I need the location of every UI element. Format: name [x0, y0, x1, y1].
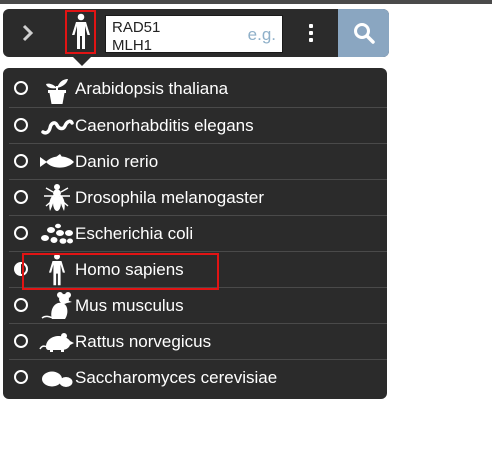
- radio-button[interactable]: [14, 81, 28, 95]
- human-figure-icon: [71, 13, 90, 49]
- selector-caret: [73, 57, 91, 66]
- fish-icon: [39, 146, 75, 178]
- organism-option-mus[interactable]: Mus musculus: [9, 287, 387, 323]
- organism-option-homo-sapiens[interactable]: Homo sapiens: [9, 251, 387, 287]
- organism-option-arabidopsis[interactable]: Arabidopsis thaliana: [9, 71, 387, 107]
- more-options-button[interactable]: [298, 18, 324, 48]
- top-border: [0, 0, 492, 4]
- organism-label: Homo sapiens: [75, 260, 184, 279]
- potted-plant-icon: [39, 73, 75, 105]
- organism-option-escherichia[interactable]: Escherichia coli: [9, 215, 387, 251]
- organism-label: Caenorhabditis elegans: [75, 116, 254, 135]
- organism-option-caenorhabditis[interactable]: Caenorhabditis elegans: [9, 107, 387, 143]
- organism-option-danio[interactable]: Danio rerio: [9, 143, 387, 179]
- bacteria-icon: [39, 218, 75, 250]
- radio-button[interactable]: [14, 298, 28, 312]
- organism-option-rattus[interactable]: Rattus norvegicus: [9, 323, 387, 359]
- gene-input-placeholder: e.g.: [247, 25, 276, 44]
- organism-label: Saccharomyces cerevisiae: [75, 368, 278, 387]
- organism-label: Danio rerio: [75, 152, 159, 171]
- organism-label: Drosophila melanogaster: [75, 188, 264, 207]
- gene-input[interactable]: RAD51 MLH1 e.g.: [105, 15, 283, 53]
- search-button[interactable]: [338, 9, 389, 57]
- radio-button-selected[interactable]: [14, 262, 28, 276]
- yeast-icon: [39, 362, 75, 394]
- radio-button[interactable]: [14, 118, 28, 132]
- fly-icon: [39, 182, 75, 214]
- worm-icon: [39, 110, 75, 142]
- radio-button[interactable]: [14, 190, 28, 204]
- organism-label: Mus musculus: [75, 296, 184, 315]
- gene-input-value: RAD51 MLH1: [112, 19, 161, 53]
- organism-selector-button[interactable]: [65, 10, 96, 54]
- organism-label: Arabidopsis thaliana: [75, 79, 229, 98]
- mouse-icon: [39, 290, 75, 322]
- organism-option-saccharomyces[interactable]: Saccharomyces cerevisiae: [9, 359, 387, 395]
- rat-icon: [39, 326, 75, 358]
- radio-button[interactable]: [14, 226, 28, 240]
- organism-label: Rattus norvegicus: [75, 332, 212, 351]
- kebab-menu-icon: [309, 24, 313, 28]
- organism-option-drosophila[interactable]: Drosophila melanogaster: [9, 179, 387, 215]
- radio-button[interactable]: [14, 154, 28, 168]
- radio-button[interactable]: [14, 334, 28, 348]
- organism-label: Escherichia coli: [75, 224, 194, 243]
- chevron-right-icon: [22, 24, 34, 42]
- expand-button[interactable]: [3, 9, 53, 57]
- radio-button[interactable]: [14, 370, 28, 384]
- search-icon: [353, 23, 375, 44]
- organism-dropdown-menu: Arabidopsis thaliana Caenorhabditis eleg…: [3, 68, 387, 399]
- human-figure-icon: [39, 253, 75, 286]
